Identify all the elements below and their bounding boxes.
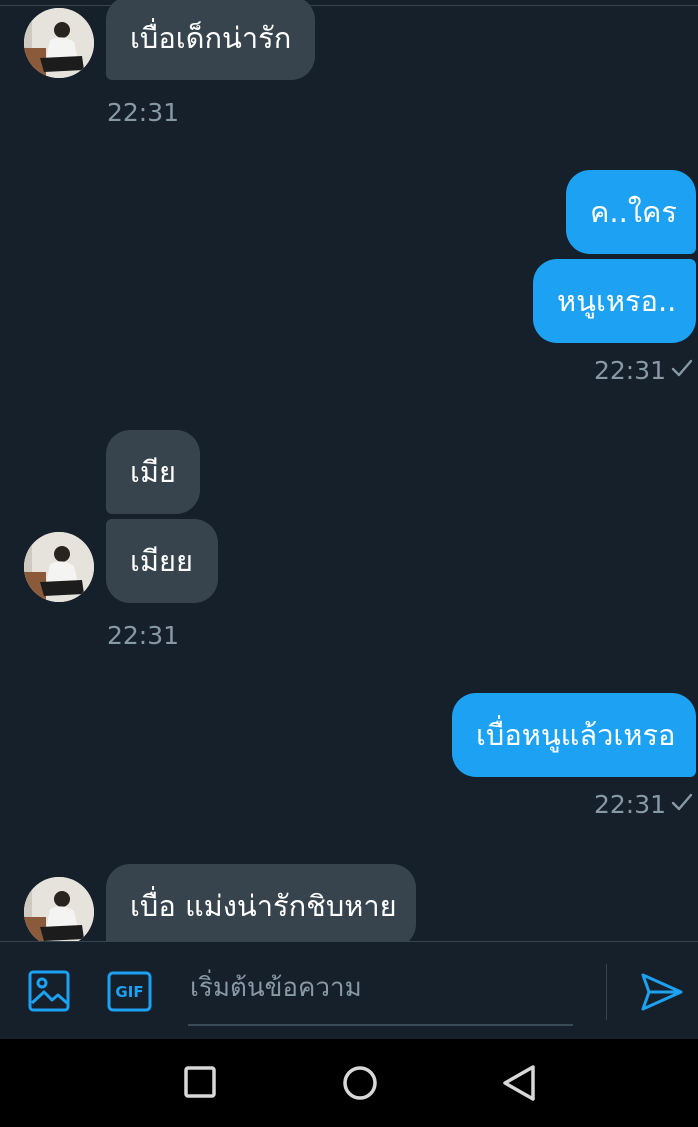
- incoming-message-bubble[interactable]: เบื่อ แม่งน่ารักชิบหาย: [106, 864, 416, 941]
- composer-divider: [606, 964, 607, 1020]
- incoming-message-bubble[interactable]: เบื่อเด็กน่ารัก: [106, 0, 315, 80]
- message-text: เมีย: [130, 455, 177, 489]
- message-text: เบื่อเด็กน่ารัก: [130, 21, 292, 55]
- message-text: เบื่อ แม่งน่ารักชิบหาย: [130, 889, 397, 923]
- message-text: เบื่อหนูแล้วเหรอ: [476, 718, 676, 752]
- send-icon: [641, 973, 683, 1011]
- message-timestamp: 22:31: [594, 356, 667, 385]
- circle-icon: [343, 1066, 377, 1100]
- message-list[interactable]: เบื่อเด็กน่ารัก 22:31 ค..ใคร หนูเหรอ.. 2…: [0, 0, 698, 941]
- message-text: หนูเหรอ..: [557, 284, 677, 318]
- system-navigation-bar: [0, 1039, 698, 1127]
- recents-button[interactable]: [183, 1065, 217, 1099]
- message-timestamp: 22:31: [107, 621, 180, 650]
- avatar[interactable]: [24, 532, 94, 602]
- message-composer: GIF: [0, 941, 698, 1039]
- message-text: เมียย: [130, 544, 194, 578]
- avatar[interactable]: [24, 8, 94, 78]
- add-image-button[interactable]: [28, 970, 70, 1012]
- back-button[interactable]: [500, 1063, 538, 1103]
- incoming-message-bubble[interactable]: เมียย: [106, 519, 218, 603]
- gif-label: GIF: [115, 982, 144, 1001]
- triangle-back-icon: [503, 1065, 535, 1101]
- outgoing-message-bubble[interactable]: หนูเหรอ..: [533, 259, 696, 343]
- outgoing-message-bubble[interactable]: เบื่อหนูแล้วเหรอ: [452, 693, 696, 777]
- message-timestamp: 22:31: [107, 98, 180, 127]
- square-icon: [184, 1066, 216, 1098]
- avatar[interactable]: [24, 877, 94, 941]
- sent-check-icon: [671, 793, 693, 811]
- message-timestamp: 22:31: [594, 790, 667, 819]
- home-button[interactable]: [341, 1064, 379, 1102]
- add-gif-button[interactable]: GIF: [107, 971, 152, 1012]
- message-input[interactable]: [188, 960, 573, 1026]
- outgoing-message-bubble[interactable]: ค..ใคร: [566, 170, 696, 254]
- incoming-message-bubble[interactable]: เมีย: [106, 430, 200, 514]
- dm-conversation-screen: เบื่อเด็กน่ารัก 22:31 ค..ใคร หนูเหรอ.. 2…: [0, 0, 698, 1127]
- image-icon: [28, 970, 70, 1012]
- sent-check-icon: [671, 359, 693, 377]
- send-button[interactable]: [640, 972, 684, 1012]
- message-text: ค..ใคร: [590, 195, 677, 229]
